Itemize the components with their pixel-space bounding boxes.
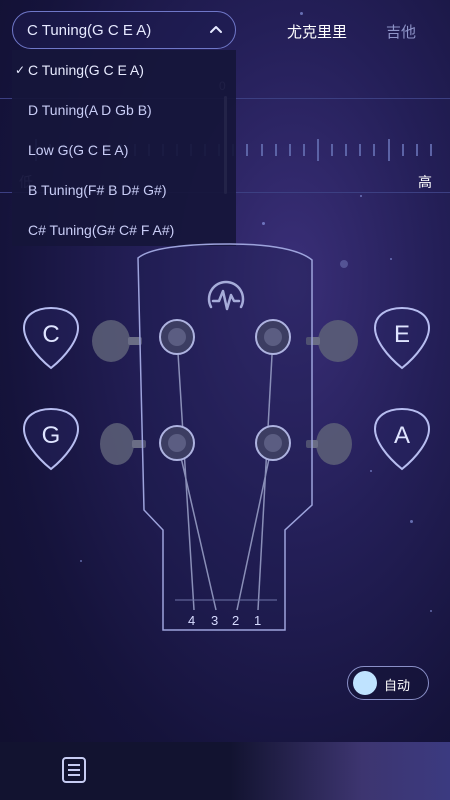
meter-tick (373, 144, 375, 156)
dropdown-option[interactable]: Low G(G C E A) (12, 130, 236, 170)
meter-tick (303, 144, 305, 156)
string-number: 1 (254, 613, 262, 628)
meter-tick (402, 144, 404, 156)
chevron-up-icon (210, 26, 222, 33)
dropdown-option[interactable]: B Tuning(F# B D# G#) (12, 170, 236, 210)
tuning-select-value: C Tuning(G C E A) (27, 21, 152, 39)
dropdown-option-label: C# Tuning(G# C# F A#) (28, 222, 175, 238)
dropdown-option-label: Low G(G C E A) (28, 142, 129, 158)
meter-tick (289, 144, 291, 156)
dropdown-option-label: C Tuning(G C E A) (28, 62, 144, 78)
toggle-knob (353, 671, 377, 695)
meter-tick (388, 139, 390, 161)
meter-tick (430, 144, 432, 156)
note-button-g[interactable]: G (22, 407, 80, 473)
meter-high-label: 高 (418, 174, 432, 190)
check-icon: ✓ (15, 63, 26, 77)
tuning-select[interactable]: C Tuning(G C E A) (12, 11, 236, 49)
note-button-c[interactable]: C (22, 306, 80, 372)
tuning-dropdown: ✓ C Tuning(G C E A) D Tuning(A D Gb B) L… (12, 50, 236, 246)
notes-icon[interactable] (61, 756, 87, 784)
string-number: 2 (232, 613, 240, 628)
meter-tick (345, 144, 347, 156)
meter-tick (416, 144, 418, 156)
auto-toggle[interactable]: 自动 (347, 666, 429, 700)
tuning-post (159, 319, 195, 355)
tab-ukulele[interactable]: 尤克里里 (287, 21, 347, 42)
bottom-bar-gradient (230, 742, 450, 800)
meter-tick (331, 144, 333, 156)
auto-label: 自动 (384, 678, 411, 693)
tab-guitar[interactable]: 吉他 (386, 21, 416, 42)
string-number: 3 (211, 613, 219, 628)
dropdown-option[interactable]: ✓ C Tuning(G C E A) (12, 50, 236, 90)
note-button-a[interactable]: A (373, 407, 431, 473)
note-label: C (42, 321, 60, 348)
waveform-logo-icon (207, 280, 245, 311)
note-label: E (393, 321, 410, 348)
dropdown-option-label: B Tuning(F# B D# G#) (28, 182, 167, 198)
note-button-e[interactable]: E (373, 306, 431, 372)
meter-tick (359, 144, 361, 156)
string-number: 4 (188, 613, 196, 628)
meter-tick (317, 139, 319, 161)
dropdown-option-label: D Tuning(A D Gb B) (28, 102, 152, 118)
meter-tick (246, 144, 248, 156)
note-label: G (41, 422, 61, 449)
tuning-post (255, 425, 291, 461)
tuning-post (255, 319, 291, 355)
note-label: A (393, 422, 410, 449)
meter-tick (261, 144, 263, 156)
dropdown-option[interactable]: D Tuning(A D Gb B) (12, 90, 236, 130)
meter-tick (275, 144, 277, 156)
tuning-post (159, 425, 195, 461)
